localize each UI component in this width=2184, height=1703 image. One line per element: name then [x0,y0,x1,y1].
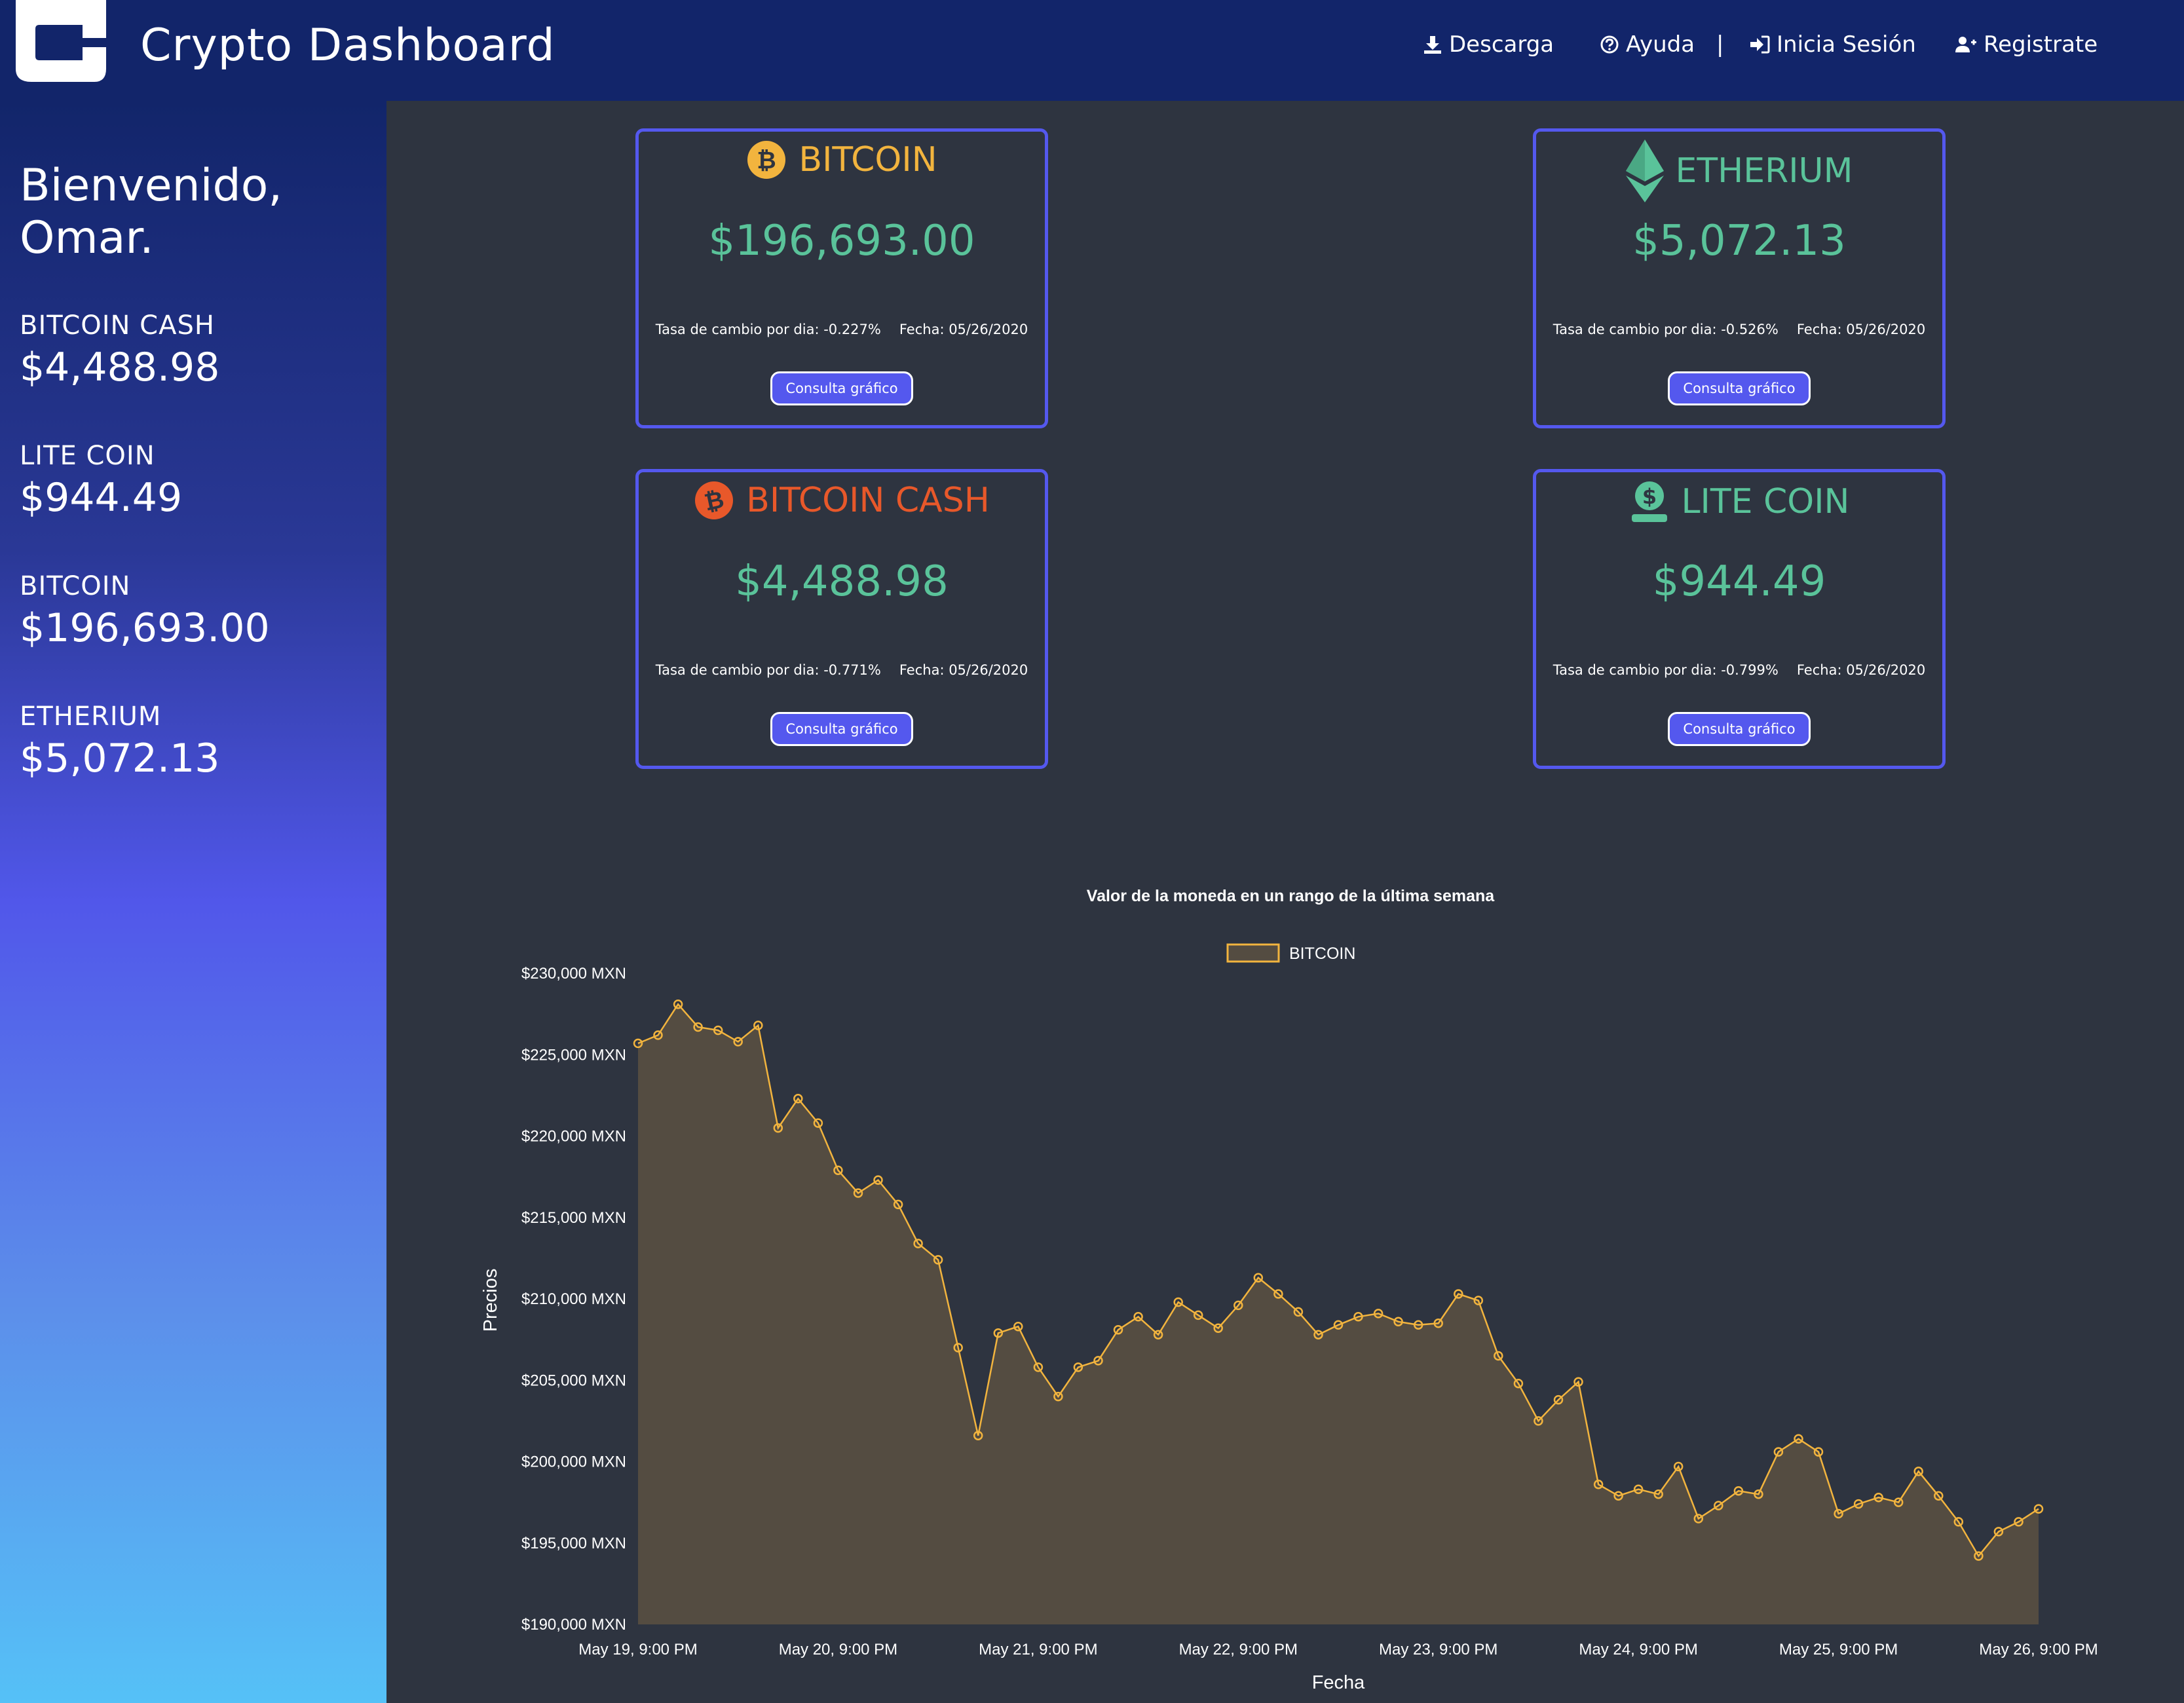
download-icon [1424,36,1441,54]
sidebar-coin-price: $4,488.98 [20,345,220,390]
y-tick-label: $215,000 MXN [521,1209,626,1227]
app-logo[interactable] [5,0,106,85]
sidebar-coin-name: BITCOIN [20,571,131,601]
view-chart-button[interactable]: Consulta gráfico [1668,712,1811,746]
dollar-hand-icon: $ [1631,481,1667,522]
card-header: $ LITE COIN [1536,480,1942,523]
card-header: ₿ BITCOIN CASH [639,480,1045,521]
card-header: ETHERIUM [1536,140,1942,202]
sidebar-coin-name: ETHERIUM [20,702,162,732]
legend-swatch [1226,943,1280,963]
view-chart-button[interactable]: Consulta gráfico [1668,371,1811,405]
nav-download-link[interactable]: Descarga [1423,31,1554,58]
nav-help-label: Ayuda [1626,31,1695,58]
sidebar-coin-name: LITE COIN [20,441,155,471]
y-tick-label: $225,000 MXN [521,1046,626,1064]
coin-card-bitcoin-cash: ₿ BITCOIN CASH $4,488.98 Tasa de cambio … [635,469,1048,769]
y-tick-label: $190,000 MXN [521,1616,626,1634]
card-exchange-rate: Tasa de cambio por dia: -0.799% [1553,662,1779,678]
y-tick-label: $220,000 MXN [521,1128,626,1146]
view-chart-button[interactable]: Consulta gráfico [770,371,913,405]
card-date: Fecha: 05/26/2020 [1796,322,1926,337]
card-coin-name: ETHERIUM [1675,151,1853,191]
coin-card-bitcoin: ₿ BITCOIN $196,693.00 Tasa de cambio por… [635,128,1048,428]
x-axis-label: Fecha [1312,1672,1365,1693]
sidebar-coin-price: $196,693.00 [20,605,270,651]
ethereum-icon [1625,140,1664,202]
x-tick-label: May 26, 9:00 PM [1979,1641,2098,1658]
card-coin-name: BITCOIN [799,140,937,179]
welcome-message: Bienvenido, Omar. [20,160,282,264]
view-chart-button[interactable]: Consulta gráfico [770,712,913,746]
y-tick-label: $210,000 MXN [521,1290,626,1308]
bitcoin-cash-icon: ₿ [695,481,734,519]
card-price: $944.49 [1652,557,1826,606]
card-exchange-rate: Tasa de cambio por dia: -0.227% [655,322,881,337]
nav-register-link[interactable]: Registrate [1955,31,2098,58]
x-tick-label: May 24, 9:00 PM [1579,1641,1697,1658]
nav-separator: | [1716,31,1724,58]
svg-text:₿: ₿ [757,147,776,174]
card-info: Tasa de cambio por dia: -0.227% Fecha: 0… [639,322,1045,337]
card-header: ₿ BITCOIN [639,140,1045,180]
x-tick-label: May 22, 9:00 PM [1179,1641,1298,1658]
card-exchange-rate: Tasa de cambio por dia: -0.526% [1553,322,1779,337]
price-chart: Valor de la moneda en un rango de la últ… [459,878,2136,1703]
coin-card-lite-coin: $ LITE COIN $944.49 Tasa de cambio por d… [1533,469,1946,769]
sidebar-coin-bitcoin-cash: BITCOIN CASH $4,488.98 [20,310,219,390]
question-circle-icon [1600,35,1619,54]
sidebar-coin-price: $944.49 [20,475,183,521]
series-area-bitcoin [638,1004,2039,1624]
card-price: $196,693.00 [708,217,975,265]
x-tick-label: May 19, 9:00 PM [578,1641,697,1658]
card-info: Tasa de cambio por dia: -0.771% Fecha: 0… [639,662,1045,678]
chart-title: Valor de la moneda en un rango de la últ… [1087,887,1495,905]
sidebar-coin-bitcoin: BITCOIN $196,693.00 [20,571,270,651]
card-date: Fecha: 05/26/2020 [899,322,1028,337]
x-tick-label: May 25, 9:00 PM [1779,1641,1898,1658]
nav-register-label: Registrate [1984,31,2098,58]
card-date: Fecha: 05/26/2020 [1796,662,1926,678]
app-title: Crypto Dashboard [140,20,555,71]
sign-in-icon [1750,35,1770,54]
sidebar-coin-etherium: ETHERIUM $5,072.13 [20,702,219,781]
y-axis-label: Precios [480,1269,501,1332]
nav-login-link[interactable]: Inicia Sesión [1749,31,1916,58]
x-tick-label: May 23, 9:00 PM [1379,1641,1497,1658]
sidebar-coin-price: $5,072.13 [20,736,220,781]
y-tick-label: $230,000 MXN [521,965,626,982]
card-price: $5,072.13 [1632,217,1846,265]
x-tick-label: May 21, 9:00 PM [979,1641,1097,1658]
card-price: $4,488.98 [735,557,949,606]
sidebar: Bienvenido, Omar. BITCOIN CASH $4,488.98… [0,101,386,1703]
svg-text:$: $ [1642,484,1656,509]
card-coin-name: LITE COIN [1681,482,1850,521]
sidebar-coin-name: BITCOIN CASH [20,310,215,341]
nav-login-label: Inicia Sesión [1777,31,1916,58]
card-date: Fecha: 05/26/2020 [899,662,1028,678]
x-tick-label: May 20, 9:00 PM [779,1641,897,1658]
card-exchange-rate: Tasa de cambio por dia: -0.771% [655,662,881,678]
price-chart-svg: Valor de la moneda en un rango de la últ… [480,887,2098,1693]
nav-download-label: Descarga [1449,31,1554,58]
card-info: Tasa de cambio por dia: -0.799% Fecha: 0… [1536,662,1942,678]
y-tick-label: $195,000 MXN [521,1535,626,1552]
sidebar-coin-lite-coin: LITE COIN $944.49 [20,441,182,521]
card-info: Tasa de cambio por dia: -0.526% Fecha: 0… [1536,322,1942,337]
coin-card-etherium: ETHERIUM $5,072.13 Tasa de cambio por di… [1533,128,1946,428]
y-tick-label: $200,000 MXN [521,1453,626,1471]
card-coin-name: BITCOIN CASH [746,481,990,520]
nav-help-link[interactable]: Ayuda [1600,31,1695,58]
legend-label: BITCOIN [1289,945,1355,963]
top-navbar: Crypto Dashboard Descarga Ayuda | Inicia… [0,0,2184,101]
y-tick-label: $205,000 MXN [521,1372,626,1389]
user-plus-icon [1955,37,1976,52]
bitcoin-icon: ₿ [747,141,786,179]
